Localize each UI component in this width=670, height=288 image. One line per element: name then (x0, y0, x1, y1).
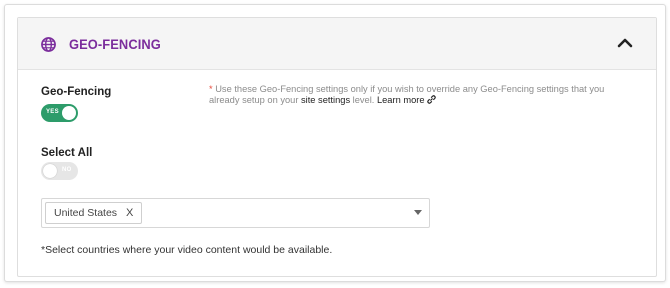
chevron-up-icon[interactable] (615, 34, 635, 52)
country-tag: United States X (45, 202, 143, 224)
geo-fencing-toggle[interactable]: YES (41, 104, 78, 122)
panel-title: GEO-FENCING (69, 36, 161, 52)
link-icon[interactable] (427, 95, 436, 104)
remove-country-button[interactable]: X (126, 207, 133, 219)
select-all-toggle[interactable]: NO (41, 162, 78, 180)
country-help-text: *Select countries where your video conte… (41, 244, 333, 256)
panel-header[interactable]: GEO-FENCING (18, 18, 656, 70)
country-select[interactable]: United States X (41, 198, 430, 228)
globe-icon (41, 37, 56, 52)
select-all-label: Select All (41, 147, 93, 159)
learn-more-link[interactable]: Learn more (377, 95, 425, 105)
settings-card: GEO-FENCING Geo-Fencing YES * Use these … (4, 4, 666, 282)
caret-down-icon[interactable] (414, 210, 422, 215)
toggle-yes-text: YES (46, 109, 59, 115)
geo-fencing-panel: GEO-FENCING (17, 17, 657, 277)
site-settings-text: site settings (301, 95, 351, 105)
note-text-mid: level. (350, 95, 377, 105)
override-note: * Use these Geo-Fencing settings only if… (209, 84, 629, 106)
toggle-knob (43, 164, 57, 178)
toggle-no-text: NO (62, 167, 72, 173)
toggle-knob (62, 106, 76, 120)
geo-fencing-label: Geo-Fencing (41, 86, 112, 98)
country-tag-label: United States (54, 207, 118, 219)
